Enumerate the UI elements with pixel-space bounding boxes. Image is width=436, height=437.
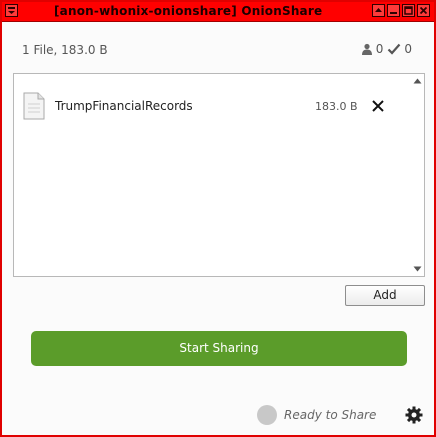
- minimize-button[interactable]: [387, 4, 400, 17]
- transfer-counts: 0 0: [361, 42, 412, 56]
- file-size: 183.0 B: [315, 100, 358, 113]
- file-icon: [23, 92, 45, 120]
- close-icon: [419, 6, 428, 15]
- start-sharing-button[interactable]: Start Sharing: [31, 331, 407, 366]
- downloads-count: 0: [375, 42, 384, 56]
- file-list[interactable]: TrumpFinancialRecords 183.0 B: [13, 73, 425, 277]
- shade-button[interactable]: [372, 4, 385, 17]
- remove-file-close-icon[interactable]: [371, 99, 385, 113]
- file-list-scrollbar[interactable]: [411, 74, 424, 276]
- maximize-button[interactable]: [402, 4, 415, 17]
- scroll-down-arrow-icon[interactable]: [413, 266, 422, 272]
- scroll-up-arrow-icon[interactable]: [413, 78, 422, 84]
- gear-icon[interactable]: [405, 406, 423, 424]
- file-name: TrumpFinancialRecords: [55, 99, 193, 113]
- maximize-icon: [404, 6, 413, 15]
- title-bar[interactable]: [anon-whonix-onionshare] OnionShare: [2, 2, 434, 22]
- window-menu-button[interactable]: [5, 4, 18, 17]
- file-row[interactable]: TrumpFinancialRecords 183.0 B: [14, 90, 412, 122]
- status-text: Ready to Share: [284, 408, 377, 422]
- status-indicator: [257, 405, 277, 425]
- close-button[interactable]: [417, 4, 430, 17]
- window-menu-icon: [8, 7, 15, 14]
- completed-count: 0: [404, 42, 412, 56]
- file-summary: 1 File, 183.0 B: [22, 43, 108, 57]
- person-icon: [361, 43, 372, 55]
- add-button[interactable]: Add: [345, 285, 425, 306]
- window-title: [anon-whonix-onionshare] OnionShare: [54, 4, 323, 18]
- minimize-icon: [390, 12, 397, 14]
- chevron-up-icon: [375, 8, 382, 12]
- checkmark-icon: [388, 43, 401, 55]
- onionshare-window: [anon-whonix-onionshare] OnionShare 1 Fi…: [0, 0, 436, 437]
